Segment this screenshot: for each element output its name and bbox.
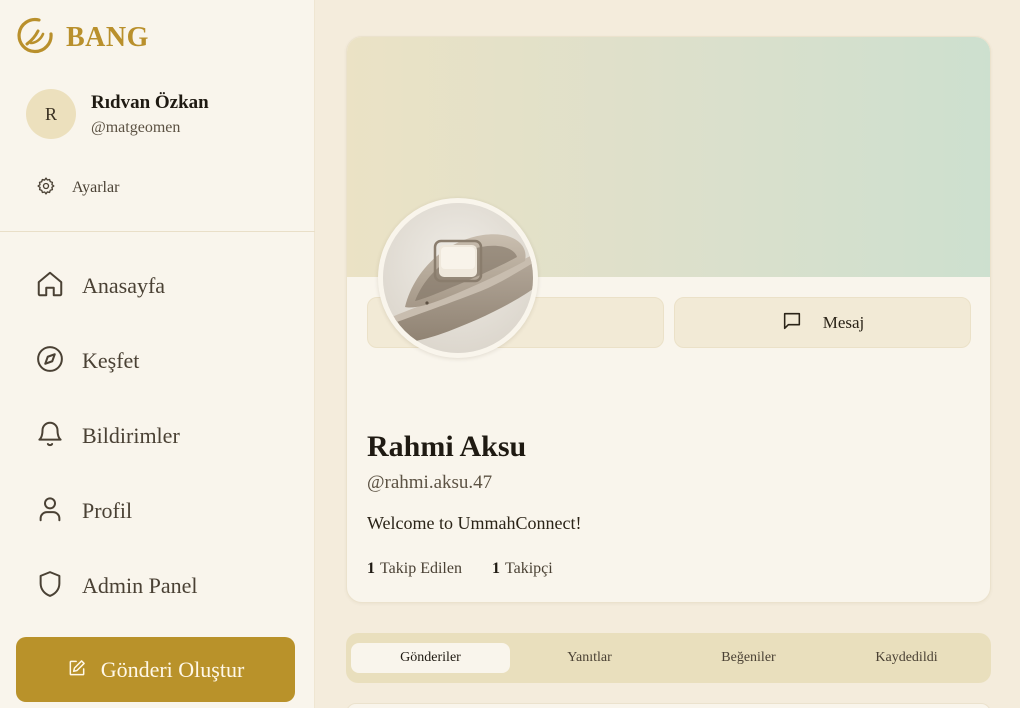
- brand-logo[interactable]: BANG: [17, 17, 149, 58]
- brand-name: BANG: [66, 21, 149, 53]
- sidebar: BANG R Rıdvan Özkan @matgeomen Ayarlar A…: [0, 0, 315, 708]
- current-user-name: Rıdvan Özkan: [91, 91, 209, 113]
- edit-icon: [67, 658, 87, 682]
- crescent-logo-icon: [17, 17, 54, 58]
- slide-sandal-photo: [383, 203, 533, 353]
- nav-item-explore[interactable]: Keşfet: [35, 344, 139, 378]
- home-icon: [35, 269, 65, 303]
- profile-name: Rahmi Aksu: [367, 430, 527, 463]
- create-post-label: Gönderi Oluştur: [100, 656, 245, 682]
- message-icon: [781, 310, 803, 336]
- divider: [0, 231, 315, 232]
- message-label: Mesaj: [822, 312, 865, 332]
- settings-link[interactable]: Ayarlar: [36, 176, 119, 200]
- profile-handle: @rahmi.aksu.47: [367, 472, 493, 493]
- following-stat[interactable]: 1 Takip Edilen: [367, 560, 462, 578]
- user-icon: [35, 494, 65, 528]
- nav-item-notifications[interactable]: Bildirimler: [35, 419, 180, 453]
- profile-tabs: Gönderiler Yanıtlar Beğeniler Kaydedildi: [346, 633, 991, 683]
- profile-avatar[interactable]: [378, 198, 538, 358]
- followers-stat[interactable]: 1 Takipçi: [492, 560, 553, 578]
- shield-icon: [35, 569, 65, 603]
- nav-item-profile[interactable]: Profil: [35, 494, 132, 528]
- compass-icon: [35, 344, 65, 378]
- followers-label: Takipçi: [504, 560, 553, 577]
- avatar: R: [26, 89, 76, 139]
- profile-bio: Welcome to UmmahConnect!: [367, 513, 582, 533]
- gear-icon: [36, 176, 56, 200]
- settings-label: Ayarlar: [72, 179, 120, 196]
- nav-label-notifications: Bildirimler: [82, 423, 180, 448]
- followers-count: 1: [491, 560, 500, 577]
- nav-item-admin-panel[interactable]: Admin Panel: [35, 569, 198, 603]
- message-button[interactable]: Mesaj: [674, 297, 971, 348]
- current-user-card[interactable]: R Rıdvan Özkan @matgeomen: [26, 89, 209, 139]
- nav-label-profile: Profil: [82, 498, 133, 523]
- create-post-button[interactable]: Gönderi Oluştur: [16, 637, 295, 702]
- profile-stats: 1 Takip Edilen 1 Takipçi: [367, 560, 583, 578]
- following-label: Takip Edilen: [380, 560, 462, 577]
- post-card: [346, 703, 991, 708]
- nav-label-explore: Keşfet: [82, 348, 140, 373]
- following-count: 1: [367, 560, 375, 577]
- tab-likes[interactable]: Beğeniler: [669, 643, 828, 673]
- tab-replies[interactable]: Yanıtlar: [510, 643, 669, 673]
- tab-posts[interactable]: Gönderiler: [351, 643, 510, 673]
- profile-card: Mesaj Rahmi Aksu @rahmi.aksu.47 Welcome …: [346, 36, 991, 603]
- current-user-handle: @matgeomen: [91, 118, 181, 136]
- bell-icon: [35, 419, 65, 453]
- nav-label-admin-panel: Admin Panel: [82, 573, 198, 598]
- nav-item-home[interactable]: Anasayfa: [35, 269, 165, 303]
- nav-label-home: Anasayfa: [82, 273, 166, 298]
- tab-saved[interactable]: Kaydedildi: [827, 643, 986, 673]
